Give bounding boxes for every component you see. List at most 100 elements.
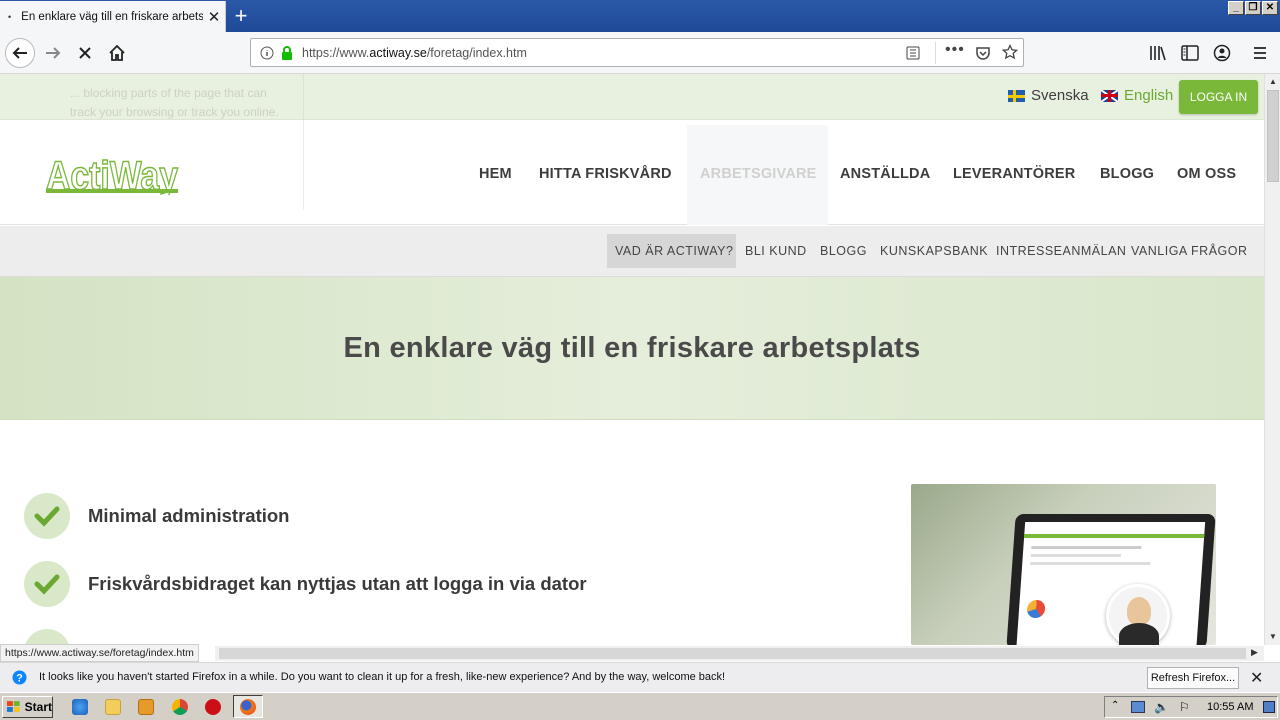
- sub-navigation: VAD ÄR ACTIWAY? BLI KUND BLOGG KUNSKAPSB…: [0, 226, 1264, 277]
- flag-se-icon: [1008, 89, 1025, 102]
- opera-icon[interactable]: [205, 699, 221, 715]
- language-svenska[interactable]: Svenska: [1008, 87, 1089, 104]
- nav-om-oss[interactable]: OM OSS: [1177, 166, 1236, 182]
- forward-arrow-icon: [46, 47, 61, 59]
- vertical-scroll-thumb[interactable]: [1267, 90, 1279, 182]
- new-tab-button[interactable]: +: [230, 3, 252, 29]
- account-icon[interactable]: [1213, 44, 1231, 62]
- nav-arbetsgivare[interactable]: ARBETSGIVARE: [700, 166, 817, 182]
- firefox-icon: [240, 699, 256, 715]
- checkmark-icon: [24, 561, 70, 607]
- page-actions-icon[interactable]: •••: [945, 41, 965, 59]
- internet-explorer-icon[interactable]: [72, 699, 88, 715]
- browser-titlebar: • En enklare väg till en friskare arbets…: [0, 0, 1280, 32]
- subnav-bli-kund[interactable]: BLI KUND: [745, 244, 807, 258]
- forward-button[interactable]: [38, 38, 68, 68]
- info-icon[interactable]: [260, 46, 274, 60]
- feature-item: Minimal administration: [24, 493, 289, 539]
- language-label-english: English: [1124, 87, 1174, 104]
- system-tray: ⌃ 🔈 ⚐ 10:55 AM: [1104, 696, 1278, 718]
- nav-anstallda[interactable]: ANSTÄLLDA: [840, 166, 930, 182]
- feature-text: Minimal administration: [88, 505, 290, 526]
- pocket-icon[interactable]: [975, 45, 991, 61]
- network-icon[interactable]: [1131, 701, 1145, 713]
- hamburger-menu-icon[interactable]: [1252, 45, 1268, 61]
- start-button[interactable]: Start: [2, 696, 53, 718]
- horizontal-scrollbar[interactable]: ▶: [215, 646, 1264, 661]
- file-explorer-icon[interactable]: [105, 699, 121, 715]
- stop-icon: [79, 47, 91, 59]
- windows-logo-icon: [6, 701, 20, 712]
- library-icon[interactable]: [1149, 45, 1167, 61]
- subnav-intresseanmalan[interactable]: INTRESSEANMÄLAN: [996, 244, 1126, 258]
- chat-avatar[interactable]: [1106, 584, 1170, 645]
- browser-tab[interactable]: • En enklare väg till en friskare arbets…: [0, 1, 226, 32]
- status-url: https://www.actiway.se/foretag/index.htm: [0, 644, 199, 662]
- hero-banner: En enklare väg till en friskare arbetspl…: [0, 277, 1264, 420]
- chrome-icon[interactable]: [172, 699, 188, 715]
- nav-hitta-friskvard[interactable]: HITTA FRISKVÅRD: [539, 166, 672, 182]
- sidebar-icon[interactable]: [1181, 45, 1199, 61]
- horizontal-scroll-thumb[interactable]: [219, 648, 1246, 659]
- checkmark-icon: [24, 629, 70, 645]
- home-icon: [109, 44, 125, 61]
- tracking-protection-popup-ghost: ... blocking parts of the page that can …: [60, 74, 304, 210]
- scroll-down-icon[interactable]: ▼: [1269, 632, 1277, 641]
- back-arrow-icon: [12, 47, 27, 59]
- language-label-svenska: Svenska: [1031, 87, 1089, 104]
- bookmark-star-icon[interactable]: [1002, 44, 1018, 60]
- minimize-window-button[interactable]: _: [1228, 1, 1244, 15]
- language-english[interactable]: English: [1101, 87, 1173, 104]
- flag-gb-icon: [1101, 89, 1118, 102]
- tray-expand-icon[interactable]: ⌃: [1111, 700, 1119, 711]
- volume-icon[interactable]: 🔈: [1154, 700, 1169, 714]
- restore-window-button[interactable]: ❐: [1245, 1, 1261, 15]
- nav-hem[interactable]: HEM: [479, 166, 512, 182]
- subnav-kunskapsbank[interactable]: KUNSKAPSBANK: [880, 244, 988, 258]
- stop-button[interactable]: [70, 38, 100, 68]
- taskbar-clock: 10:55 AM: [1207, 701, 1254, 713]
- refresh-firefox-button[interactable]: Refresh Firefox...: [1147, 667, 1239, 689]
- subnav-vanliga-fragor[interactable]: VANLIGA FRÅGOR: [1131, 244, 1248, 258]
- feature-item: Friskvårdsbidraget kan nyttjas utan att …: [24, 561, 587, 607]
- windows-taskbar: Start ⌃ 🔈 ⚐ 10:55 AM: [0, 692, 1280, 720]
- home-button[interactable]: [102, 38, 132, 68]
- firefox-taskbar-button[interactable]: [233, 695, 263, 718]
- hero-title: En enklare väg till en friskare arbetspl…: [343, 332, 921, 364]
- tab-loading-indicator: •: [8, 11, 12, 22]
- subnav-blogg[interactable]: BLOGG: [820, 244, 867, 258]
- help-icon: ?: [12, 670, 27, 685]
- notification-message: It looks like you haven't started Firefo…: [39, 671, 726, 683]
- web-page: Svenska English LOGGA IN ActiWay HEM HIT…: [0, 74, 1264, 645]
- url-bar[interactable]: https://www.actiway.se/foretag/index.htm…: [250, 38, 1024, 67]
- scroll-right-icon[interactable]: ▶: [1251, 647, 1258, 658]
- url-text: https://www.actiway.se/foretag/index.htm: [302, 46, 527, 60]
- url-domain: actiway.se: [369, 46, 427, 60]
- close-window-button[interactable]: ✕: [1262, 1, 1278, 15]
- back-button[interactable]: [5, 38, 35, 68]
- show-desktop-icon[interactable]: [1263, 701, 1275, 713]
- svg-text:?: ?: [16, 673, 23, 685]
- notification-close-icon[interactable]: ✕: [1250, 668, 1263, 688]
- tab-title: En enklare väg till en friskare arbetspl…: [21, 10, 203, 23]
- browser-toolbar: https://www.actiway.se/foretag/index.htm…: [0, 32, 1280, 74]
- lock-icon[interactable]: [280, 45, 294, 61]
- url-prefix: https://www.: [302, 46, 370, 60]
- url-path: /foretag/index.htm: [426, 46, 527, 60]
- feature-text: Friskvårdsbidraget kan nyttjas utan att …: [88, 573, 587, 594]
- tab-close-icon[interactable]: ✕: [203, 8, 225, 26]
- media-player-icon[interactable]: [138, 699, 154, 715]
- login-button[interactable]: LOGGA IN: [1179, 80, 1258, 114]
- vertical-scrollbar[interactable]: ▲ ▼: [1264, 74, 1280, 645]
- nav-blogg[interactable]: BLOGG: [1100, 166, 1154, 182]
- scroll-up-icon[interactable]: ▲: [1269, 77, 1277, 86]
- reader-view-icon[interactable]: [906, 46, 920, 60]
- laptop-image: [911, 484, 1216, 645]
- action-center-flag-icon[interactable]: ⚐: [1179, 700, 1190, 714]
- start-label: Start: [24, 700, 52, 714]
- checkmark-icon: [24, 493, 70, 539]
- subnav-vad-ar-actiway[interactable]: VAD ÄR ACTIWAY?: [615, 244, 733, 258]
- feature-item: [24, 629, 70, 645]
- nav-leverantorer[interactable]: LEVERANTÖRER: [953, 166, 1075, 182]
- urlbar-separator: [935, 42, 936, 64]
